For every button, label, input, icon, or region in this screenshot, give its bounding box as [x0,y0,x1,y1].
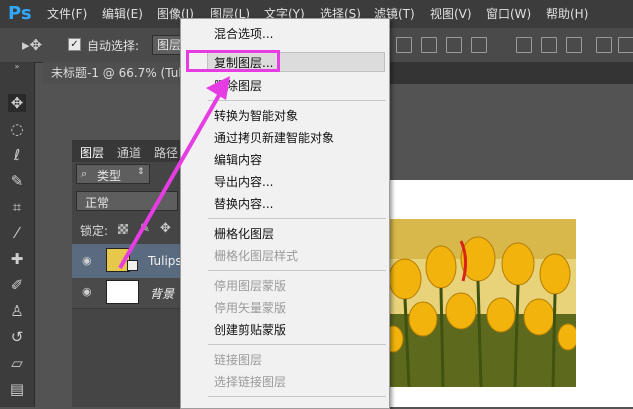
menu-item-link-layers: 链接图层 [214,353,263,367]
tab-paths[interactable]: 路径 [154,144,178,161]
layer-filter-label: 类型 [97,169,122,183]
menu-separator [208,100,386,101]
tulips-image [383,219,576,387]
tab-layers[interactable]: 图层 [80,144,104,161]
menu-item-replace-contents[interactable]: 替换内容... [214,196,273,212]
align-vcenter-icon[interactable] [421,37,437,53]
photoshop-logo: Ps [8,3,32,24]
search-icon: ⌕ [81,167,88,180]
menu-item-delete-layer[interactable]: 删除图层 [214,78,262,94]
menu-item-disable-vector-mask: 停用矢量蒙版 [214,301,287,315]
menu-separator [208,344,386,345]
menu-help[interactable]: 帮助(H) [546,5,588,23]
distribute-hcenter-icon[interactable] [618,37,633,53]
menu-item-blending-options[interactable]: 混合选项... [214,26,273,42]
lock-transparent-icon[interactable] [118,224,128,234]
panel-collapse-icon[interactable]: » [0,62,34,72]
menu-item-new-smart-object-via-copy[interactable]: 通过拷贝新建智能对象 [214,130,334,146]
align-left-icon[interactable] [471,37,487,53]
eyedropper-icon[interactable]: ⁄ [8,224,26,242]
menu-separator [208,218,386,219]
menu-separator [208,396,386,397]
quick-select-icon[interactable]: ✎ [8,172,26,190]
menu-item-rasterize-layer-style: 栅格化图层样式 [214,249,299,263]
menu-item-export-contents[interactable]: 导出内容... [214,174,273,190]
distribute-vcenter-icon[interactable] [541,37,557,53]
stamp-tool-icon[interactable]: ♙ [8,302,26,320]
document-tab[interactable]: 未标题-1 @ 66.7% (Tulips [43,62,203,84]
crop-tool-icon[interactable]: ⌗ [8,198,26,216]
align-bottom-icon[interactable] [446,37,462,53]
menu-window[interactable]: 窗口(W) [486,5,531,23]
layer-filter-dropdown[interactable]: ⌕ 类型 ⇕ [76,164,150,184]
blend-mode-value: 正常 [85,196,110,210]
menu-view[interactable]: 视图(V) [430,5,472,23]
eraser-icon[interactable]: ▱ [8,354,26,372]
lock-paint-icon[interactable]: ✎ [140,221,150,235]
auto-select-checkbox[interactable]: ✓ [68,38,81,51]
lock-position-icon[interactable]: ✥ [160,221,171,236]
menu-item-select-linked-layers: 选择链接图层 [214,375,287,389]
move-tool-preset-icon[interactable]: ▸✥ [22,36,42,54]
menu-item-create-clipping-mask[interactable]: 创建剪贴蒙版 [214,322,286,338]
gradient-icon[interactable]: ▤ [8,380,26,398]
marquee-tool-icon[interactable]: ◌ [8,120,26,138]
layer-context-menu [180,18,390,409]
menu-item-rasterize-layer[interactable]: 栅格化图层 [214,226,274,242]
distribute-bottom-icon[interactable] [566,37,582,53]
distribute-top-icon[interactable] [516,37,532,53]
lasso-tool-icon[interactable]: ℓ [8,146,26,164]
menu-separator [208,270,386,271]
auto-select-label: 自动选择: [87,39,140,53]
eye-icon[interactable]: ◉ [82,286,96,297]
align-top-icon[interactable] [396,37,412,53]
menu-item-disable-layer-mask: 停用图层蒙版 [214,279,287,293]
move-tool-icon[interactable]: ✥ [8,94,26,112]
layer-name-tulips[interactable]: Tulips [148,254,182,268]
lock-label: 锁定: [80,224,109,238]
blend-mode-dropdown[interactable]: 正常 [76,191,178,211]
tab-channels[interactable]: 通道 [117,144,141,161]
menu-item-edit-contents[interactable]: 编辑内容 [214,152,262,168]
distribute-left-icon[interactable] [596,37,612,53]
menu-edit[interactable]: 编辑(E) [102,5,143,23]
annotation-highlight-box [186,50,280,72]
history-brush-icon[interactable]: ↺ [8,328,26,346]
healing-brush-icon[interactable]: ✚ [8,250,26,268]
layer-name-background[interactable]: 背景 [150,285,174,302]
eye-icon[interactable]: ◉ [82,255,96,266]
smart-object-badge-icon [127,260,138,271]
menu-item-convert-smart-object[interactable]: 转换为智能对象 [214,108,298,124]
layer-thumbnail-background [106,280,139,304]
brush-tool-icon[interactable]: ✐ [8,276,26,294]
chevron-updown-icon: ⇕ [137,167,145,177]
menu-file[interactable]: 文件(F) [47,5,87,23]
